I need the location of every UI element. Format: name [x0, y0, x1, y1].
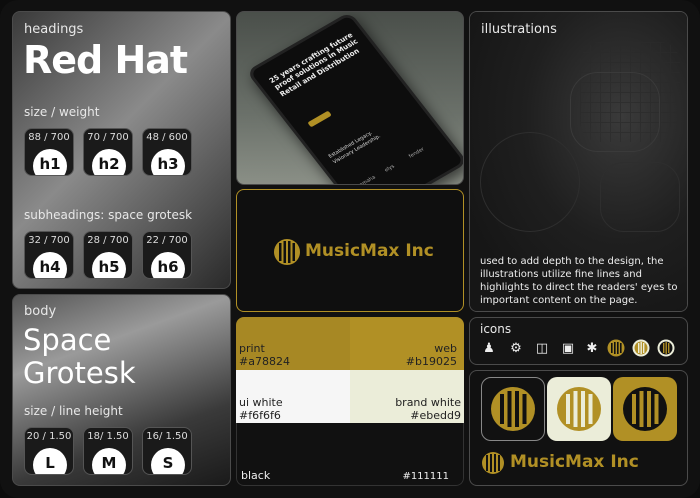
h2-meta: 70 / 700 [87, 132, 129, 143]
h4-chip: 32 / 700 h4 [24, 231, 74, 279]
h6-tag: h6 [151, 252, 185, 278]
logo-mark-light-icon [557, 387, 601, 431]
tablet-headline: 25 years crafting future proof solutions… [267, 31, 361, 99]
logo-mark-gold-icon [623, 387, 667, 431]
web-label: web [434, 342, 457, 355]
h4-tag: h4 [33, 252, 67, 278]
l-meta: 20 / 1.50 [26, 431, 72, 442]
s-chip: 16/ 1.50 S [142, 427, 192, 475]
body-font-name-1: Space [23, 323, 112, 357]
tablet-device: 25 years crafting future proof solutions… [245, 12, 463, 185]
wordmark-logo-icon [482, 452, 504, 474]
logo-coin-dark-icon [607, 339, 625, 357]
tablet-cta-button [307, 110, 332, 128]
logo-coin-white-icon [632, 339, 650, 357]
h6-chip: 22 / 700 h6 [142, 231, 192, 279]
h3-meta: 48 / 600 [146, 132, 188, 143]
logo-wordmark: MusicMax Inc [305, 241, 434, 261]
illustrations-description: used to add depth to the design, the ill… [480, 256, 678, 306]
h5-tag: h5 [92, 252, 126, 278]
logo-mark-dark-icon [491, 387, 535, 431]
swatch-print: print #a78824 [236, 317, 350, 370]
tablet-mockup-card: 25 years crafting future proof solutions… [236, 11, 464, 185]
s-meta: 16/ 1.50 [146, 431, 188, 442]
h1-chip: 88 / 700 h1 [24, 128, 74, 176]
gear-search-icon: ⚙ [510, 340, 522, 356]
m-chip: 18/ 1.50 M [83, 427, 133, 475]
h3-tag: h3 [151, 149, 185, 175]
tablet-tagline: Established Legacy. Visionary Leadership… [327, 130, 382, 165]
h2-tag: h2 [92, 149, 126, 175]
s-tag: S [151, 448, 185, 474]
size-weight-label: size / weight [24, 105, 100, 119]
body-card: body Space Grotesk size / line height 20… [12, 294, 231, 486]
tablet-brand-3: fender [407, 146, 426, 160]
logo-variant-light [547, 377, 611, 441]
ui-white-label: ui white [239, 396, 283, 409]
m-tag: M [92, 448, 126, 474]
color-palette: print #a78824 web #b19025 ui white #f6f6… [236, 317, 464, 486]
h3-chip: 48 / 600 h3 [142, 128, 192, 176]
illustrations-label: illustrations [481, 22, 557, 37]
tablet-brand-2: elys [383, 163, 396, 174]
size-line-label: size / line height [24, 404, 123, 418]
network-icon: ✱ [586, 340, 598, 356]
web-hex: #b19025 [405, 355, 457, 368]
tablet-brand-1: yamaha [355, 174, 378, 185]
illustration-blob-3 [600, 162, 680, 232]
swatch-ui-white: ui white #f6f6f6 [236, 370, 350, 423]
headings-card: headings Red Hat size / weight 88 / 700 … [12, 11, 231, 289]
illustration-blob-2 [480, 132, 580, 232]
logo-mark-icon [274, 239, 300, 265]
swatch-web: web #b19025 [350, 317, 464, 370]
print-hex: #a78824 [239, 355, 290, 368]
swatch-brand-white: brand white #ebedd9 [350, 370, 464, 423]
toolbox-icon: ◫ [535, 340, 549, 356]
logo-variants-wordmark: MusicMax Inc [510, 452, 639, 472]
people-group-icon: ♟ [483, 340, 495, 356]
h1-tag: h1 [33, 149, 67, 175]
logo-variant-gold [613, 377, 677, 441]
body-label: body [24, 304, 57, 319]
brand-board: headings Red Hat size / weight 88 / 700 … [0, 0, 700, 498]
h1-meta: 88 / 700 [28, 132, 70, 143]
h6-meta: 22 / 700 [146, 235, 188, 246]
brand-white-hex: #ebedd9 [410, 409, 461, 422]
print-label: print [239, 342, 265, 355]
subheadings-label: subheadings: space grotesk [24, 208, 193, 222]
logo-coin-gold-icon [657, 339, 675, 357]
logo-card: MusicMax Inc [236, 189, 464, 312]
headings-label: headings [24, 22, 84, 37]
brand-white-label: brand white [395, 396, 461, 409]
body-font-name-2: Grotesk [23, 356, 136, 390]
h5-chip: 28 / 700 h5 [83, 231, 133, 279]
h5-meta: 28 / 700 [87, 235, 129, 246]
logo-variant-dark [481, 377, 545, 441]
monitor-settings-icon: ▣ [561, 340, 575, 356]
icons-label: icons [480, 322, 512, 336]
l-tag: L [33, 448, 67, 474]
swatch-black: black #111111 [236, 423, 464, 486]
h4-meta: 32 / 700 [28, 235, 70, 246]
headings-font-name: Red Hat [23, 38, 188, 82]
black-label: black [241, 469, 271, 482]
l-chip: 20 / 1.50 L [24, 427, 74, 475]
m-meta: 18/ 1.50 [87, 431, 129, 442]
ui-white-hex: #f6f6f6 [239, 409, 281, 422]
illustrations-card: illustrations used to add depth to the d… [469, 11, 688, 312]
illustration-blob-1 [570, 72, 660, 152]
black-hex: #111111 [402, 471, 449, 482]
h2-chip: 70 / 700 h2 [83, 128, 133, 176]
